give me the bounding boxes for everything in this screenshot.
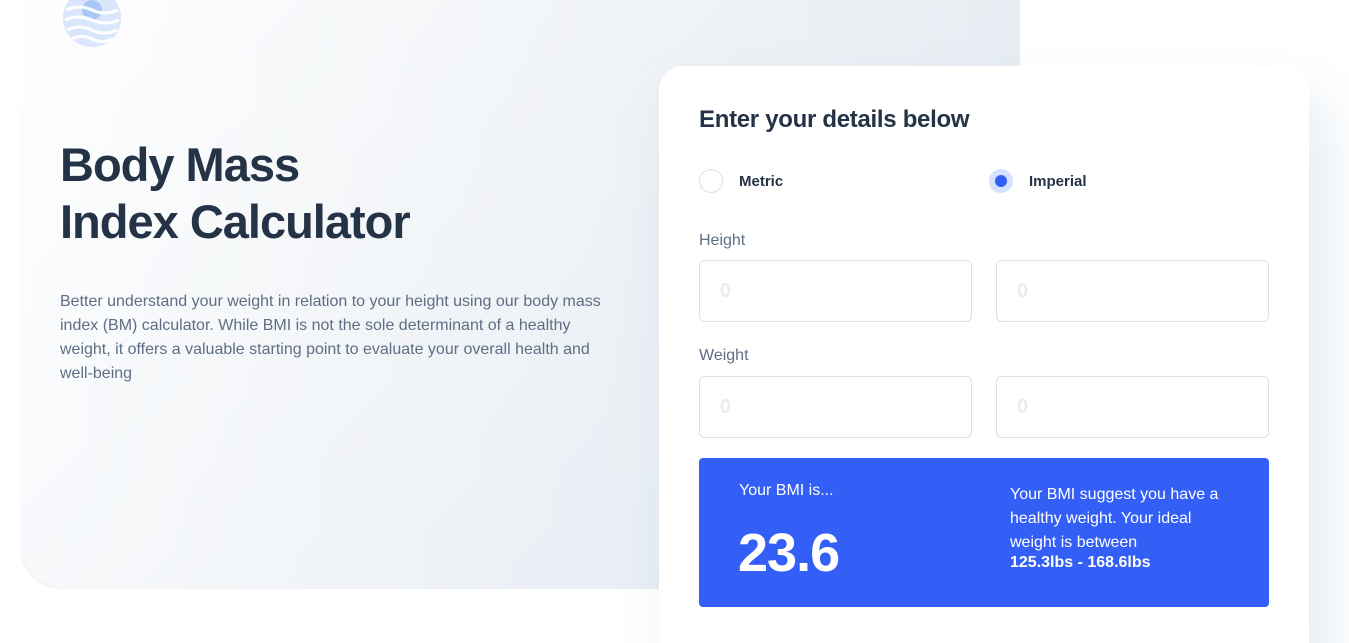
height-feet-input[interactable]: 0: [699, 260, 972, 322]
ideal-weight-range: 125.3lbs - 168.6lbs: [1010, 554, 1151, 571]
height-label: Height: [699, 232, 746, 249]
imperial-radio[interactable]: [989, 169, 1013, 193]
height-inches-input[interactable]: 0: [996, 260, 1269, 322]
bmi-result-panel: Your BMI is... 23.6 Your BMI suggest you…: [699, 458, 1269, 607]
radio-selected-dot: [995, 175, 1007, 187]
bmi-result-label: Your BMI is...: [739, 482, 834, 499]
weight-stone-input[interactable]: 0: [699, 376, 972, 438]
imperial-label: Imperial: [1029, 172, 1087, 190]
logo-icon: [62, 0, 122, 48]
bmi-result-message: Your BMI suggest you have a healthy weig…: [1010, 486, 1219, 551]
metric-label: Metric: [739, 172, 784, 190]
calculator-card: Enter your details below Metric Imperial…: [659, 66, 1309, 643]
intro-paragraph: Better understand your weight in relatio…: [60, 293, 601, 382]
imperial-option[interactable]: Imperial: [989, 169, 1087, 193]
weight-pounds-input[interactable]: 0: [996, 376, 1269, 438]
bmi-result-value: 23.6: [738, 523, 840, 583]
metric-option[interactable]: Metric: [699, 169, 783, 193]
weight-label: Weight: [699, 347, 749, 364]
page-title-line-2: Index Calculator: [60, 195, 411, 248]
metric-radio[interactable]: [699, 169, 723, 193]
form-title: Enter your details below: [699, 106, 970, 133]
page-title-line-1: Body Mass: [60, 138, 300, 191]
page-title: Body Mass Index Calculator: [60, 136, 411, 250]
